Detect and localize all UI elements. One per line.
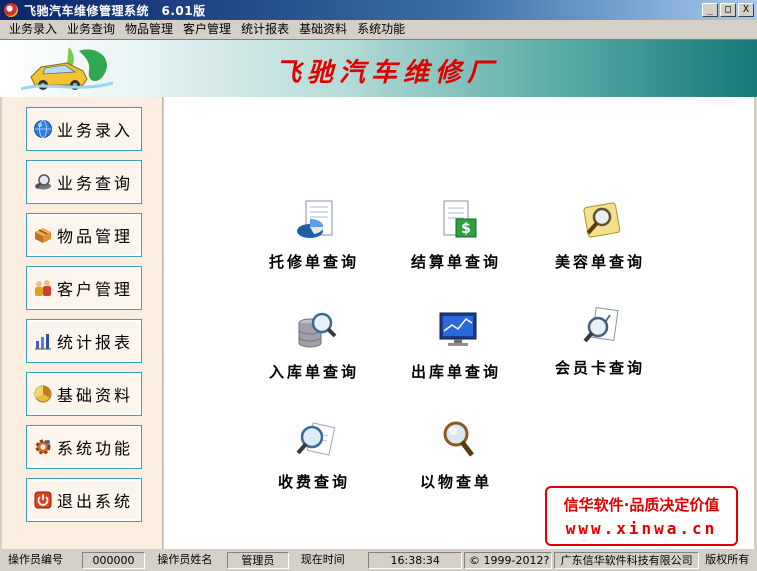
rights-text: 版权所有 xyxy=(705,552,750,566)
menu-system-functions[interactable]: 系统功能 xyxy=(352,20,410,39)
sidebar-button-statistics-reports[interactable]: 统计报表 xyxy=(26,319,142,363)
operator-name-value: 管理员 xyxy=(227,551,289,569)
sidebar-label: 基础资料 xyxy=(57,386,134,405)
monitor-chart-icon xyxy=(439,312,477,346)
bar-chart-icon xyxy=(33,331,53,351)
app-icon[interactable] xyxy=(4,3,18,17)
member-card-icon xyxy=(583,307,619,343)
sidebar-label: 退出系统 xyxy=(57,492,134,511)
sidebar-label: 物品管理 xyxy=(57,227,134,246)
menu-customer-management[interactable]: 客户管理 xyxy=(178,20,236,39)
people-icon xyxy=(33,278,53,298)
car-logo-icon xyxy=(20,47,114,91)
svg-text:$: $ xyxy=(461,221,471,237)
menu-business-entry[interactable]: 业务录入 xyxy=(4,20,62,39)
company-name: 广东信华软件科技有限公司 xyxy=(553,551,700,569)
tile-label: 美容单查询 xyxy=(554,253,645,271)
search-note-icon xyxy=(583,202,621,238)
maximize-button[interactable]: □ xyxy=(720,3,736,17)
tile-label: 收费查询 xyxy=(277,473,350,491)
sidebar-label: 客户管理 xyxy=(57,280,134,299)
tile-repair-order-query[interactable]: 托修单查询 xyxy=(254,199,374,279)
pie-document-icon xyxy=(297,200,333,238)
caption-buttons: _ □ X xyxy=(702,3,754,17)
data-icon xyxy=(33,384,53,404)
operator-id-label: 操作员编号 xyxy=(8,552,63,566)
copyright-text: © 1999-2012? xyxy=(463,551,552,569)
tile-label: 以物查单 xyxy=(419,473,492,491)
application-window: 飞驰汽车维修管理系统 6.01版 _ □ X 业务录入 业务查询 物品管理 客户… xyxy=(0,0,757,571)
database-search-icon xyxy=(298,312,337,348)
window-title: 飞驰汽车维修管理系统 6.01版 xyxy=(24,3,206,18)
tile-settlement-query[interactable]: $ 结算单查询 xyxy=(396,199,516,279)
menu-goods-management[interactable]: 物品管理 xyxy=(120,20,178,39)
tile-label: 结算单查询 xyxy=(410,253,501,271)
sidebar-button-exit-system[interactable]: 退出系统 xyxy=(26,478,142,522)
tile-beauty-order-query[interactable]: 美容单查询 xyxy=(540,199,660,279)
company-title: 飞驰汽车维修厂 xyxy=(275,58,500,88)
tile-item-order-lookup[interactable]: 以物查单 xyxy=(396,419,516,499)
menu-statistics-reports[interactable]: 统计报表 xyxy=(236,20,294,39)
promo-website[interactable]: www.xinwa.cn xyxy=(547,519,736,538)
magnifier-icon xyxy=(443,421,474,457)
tile-label: 会员卡查询 xyxy=(554,359,645,377)
sidebar-button-goods-management[interactable]: 物品管理 xyxy=(26,213,142,257)
menu-business-query[interactable]: 业务查询 xyxy=(62,20,120,39)
tile-member-card-query[interactable]: 会员卡查询 xyxy=(540,305,660,385)
tile-label: 入库单查询 xyxy=(268,363,359,381)
sidebar-button-customer-management[interactable]: 客户管理 xyxy=(26,266,142,310)
globe-icon xyxy=(33,119,53,139)
banner: 飞驰汽车维修厂 xyxy=(0,39,757,97)
tile-stock-in-query[interactable]: 入库单查询 xyxy=(254,309,374,389)
dollar-document-icon: $ xyxy=(443,200,477,238)
current-time-label: 现在时间 xyxy=(300,552,345,566)
sidebar-button-business-entry[interactable]: 业务录入 xyxy=(26,107,142,151)
operator-id-value: 000000 xyxy=(81,551,146,569)
close-button[interactable]: X xyxy=(738,3,754,17)
title-bar[interactable]: 飞驰汽车维修管理系统 6.01版 _ □ X xyxy=(0,0,757,20)
menu-basic-data[interactable]: 基础资料 xyxy=(294,20,352,39)
sidebar-button-business-query[interactable]: 业务查询 xyxy=(26,160,142,204)
sidebar-label: 系统功能 xyxy=(57,439,134,458)
main-panel: 托修单查询 $ 结算单查询 美容单查询 入库单查询 出库单查询 会员卡查询 收费… xyxy=(164,97,754,549)
sidebar-button-system-functions[interactable]: 系统功能 xyxy=(26,425,142,469)
sidebar-label: 业务查询 xyxy=(57,174,134,193)
power-icon xyxy=(33,490,53,510)
sidebar-button-basic-data[interactable]: 基础资料 xyxy=(26,372,142,416)
current-time-value: 16:38:34 xyxy=(368,551,462,569)
sidebar: 业务录入 业务查询 物品管理 客户管理 统计报表 基础资料 系统功能 退出系统 xyxy=(2,97,163,549)
status-bar: 操作员编号 000000 操作员姓名 管理员 现在时间 16:38:34 © 1… xyxy=(0,549,757,571)
tile-fee-query[interactable]: 收费查询 xyxy=(254,419,374,499)
box-icon xyxy=(33,225,53,245)
operator-name-label: 操作员姓名 xyxy=(157,552,213,566)
tile-stock-out-query[interactable]: 出库单查询 xyxy=(396,309,516,389)
gear-icon xyxy=(33,437,53,457)
sidebar-label: 统计报表 xyxy=(57,333,134,352)
tile-label: 托修单查询 xyxy=(268,253,359,271)
magnifier-icon xyxy=(33,172,53,192)
tile-label: 出库单查询 xyxy=(410,363,501,381)
promo-slogan: 信华软件·品质决定价值 xyxy=(563,496,720,514)
fee-search-icon xyxy=(296,422,336,456)
minimize-button[interactable]: _ xyxy=(702,3,718,17)
sidebar-label: 业务录入 xyxy=(57,121,134,140)
promo-box[interactable]: 信华软件·品质决定价值 www.xinwa.cn xyxy=(545,486,738,546)
menu-bar: 业务录入 业务查询 物品管理 客户管理 统计报表 基础资料 系统功能 xyxy=(0,20,757,39)
